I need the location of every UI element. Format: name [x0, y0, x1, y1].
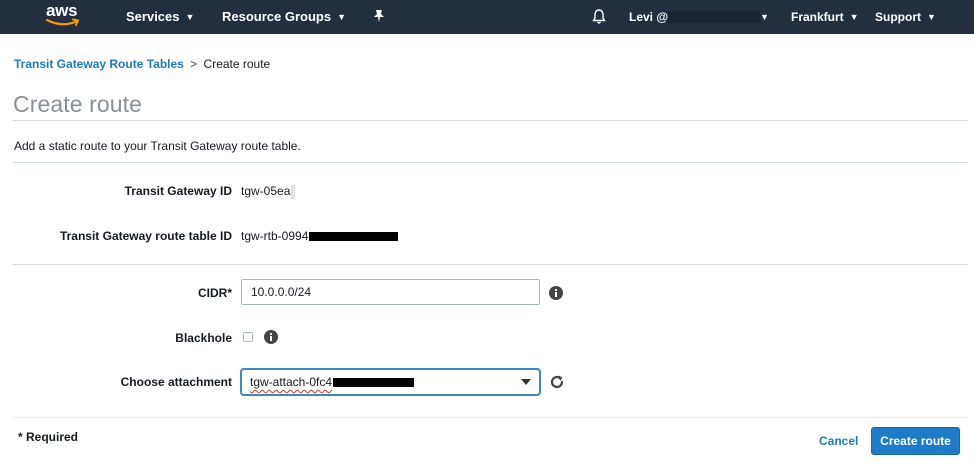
- chevron-down-icon: [521, 379, 531, 385]
- cancel-button[interactable]: Cancel: [814, 428, 863, 454]
- support-label: Support: [875, 10, 921, 24]
- required-note: * Required: [18, 430, 79, 444]
- cidr-input[interactable]: 10.0.0.0/24: [241, 279, 540, 305]
- bell-icon[interactable]: [591, 8, 607, 25]
- account-label: Levi @: [629, 10, 669, 24]
- region-label: Frankfurt: [791, 10, 844, 24]
- breadcrumb-separator: >: [190, 57, 198, 71]
- description-divider: [13, 162, 968, 163]
- redacted-rtb-id: [309, 232, 399, 242]
- chevron-down-icon: ▼: [185, 12, 195, 22]
- aws-smile-icon: [46, 18, 80, 26]
- top-navigation-bar: aws Services ▼ Resource Groups ▼ Levi @ ▼ …: [0, 0, 974, 34]
- refresh-icon[interactable]: [549, 374, 565, 390]
- breadcrumb: Transit Gateway Route Tables > Create ro…: [14, 57, 270, 71]
- chevron-down-icon: ▼: [927, 12, 936, 22]
- services-menu[interactable]: Services ▼: [126, 0, 194, 34]
- create-route-button[interactable]: Create route: [871, 427, 960, 455]
- aws-logo-text: aws: [46, 1, 78, 20]
- attachment-value: tgw-attach-0fc4: [250, 375, 333, 389]
- tgw-id-label: Transit Gateway ID: [124, 184, 232, 198]
- rtb-id-value: tgw-rtb-0994: [241, 229, 399, 243]
- redacted-attachment-id: [333, 378, 415, 388]
- footer-divider: [13, 417, 968, 418]
- breadcrumb-current: Create route: [203, 57, 271, 71]
- redacted-account-id: [668, 11, 760, 23]
- account-menu[interactable]: Levi @: [629, 0, 668, 34]
- services-label: Services: [126, 9, 180, 24]
- title-divider: [13, 120, 968, 121]
- blackhole-info-icon[interactable]: [264, 330, 278, 344]
- support-menu[interactable]: Support ▼: [875, 0, 936, 34]
- attachment-label: Choose attachment: [120, 375, 232, 389]
- page-title: Create route: [13, 91, 143, 117]
- blackhole-checkbox[interactable]: [243, 332, 253, 342]
- redacted-tgw-id: [291, 184, 296, 199]
- chevron-down-icon: ▼: [337, 12, 347, 22]
- attachment-select[interactable]: tgw-attach-0fc4: [240, 368, 541, 396]
- resource-groups-label: Resource Groups: [222, 9, 332, 24]
- rtb-id-text: tgw-rtb-0994: [241, 229, 309, 243]
- chevron-down-icon: ▼: [849, 12, 859, 22]
- cidr-info-icon[interactable]: [549, 286, 563, 300]
- chevron-down-icon[interactable]: ▼: [760, 0, 769, 34]
- blackhole-label: Blackhole: [175, 331, 232, 345]
- cidr-label: CIDR*: [197, 286, 232, 300]
- breadcrumb-route-tables-link[interactable]: Transit Gateway Route Tables: [14, 57, 184, 71]
- pin-icon[interactable]: [372, 9, 386, 23]
- rtb-id-label: Transit Gateway route table ID: [59, 229, 232, 243]
- page-description: Add a static route to your Transit Gatew…: [14, 139, 301, 153]
- section-divider: [13, 264, 968, 265]
- resource-groups-menu[interactable]: Resource Groups ▼: [222, 0, 346, 34]
- tgw-id-text: tgw-05ea: [241, 184, 291, 198]
- tgw-id-value: tgw-05ea: [241, 184, 296, 199]
- region-menu[interactable]: Frankfurt ▼: [791, 0, 859, 34]
- aws-logo[interactable]: aws: [46, 1, 82, 31]
